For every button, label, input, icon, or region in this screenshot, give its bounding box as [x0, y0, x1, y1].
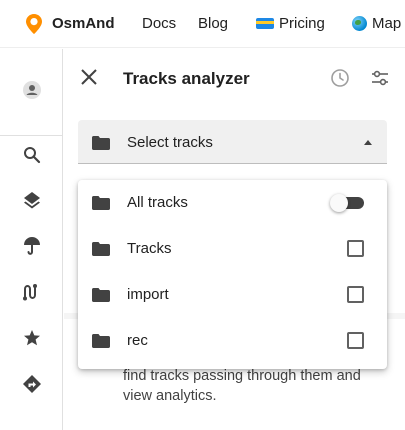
panel-title: Tracks analyzer — [123, 69, 250, 88]
sidebar-item-route[interactable] — [18, 278, 46, 306]
weather-icon — [24, 237, 40, 255]
dropdown-item-tracks[interactable]: Tracks — [78, 226, 387, 272]
search-icon — [24, 147, 41, 164]
sidebar-item-account[interactable] — [18, 76, 46, 104]
nav-link-docs[interactable]: Docs — [142, 15, 176, 32]
rec-checkbox[interactable] — [347, 332, 364, 349]
dropdown-item-label: import — [127, 286, 169, 303]
nav-link-map[interactable]: Map — [352, 15, 401, 32]
nav-link-map-label: Map — [372, 15, 402, 32]
nav-link-docs-label: Docs — [142, 15, 177, 32]
select-tracks-label: Select tracks — [127, 134, 213, 151]
tracks-checkbox[interactable] — [347, 240, 364, 257]
sidebar-item-weather[interactable] — [18, 232, 46, 260]
all-tracks-toggle[interactable] — [330, 194, 364, 212]
dropdown-item-label: Tracks — [127, 240, 172, 257]
credit-card-icon — [256, 18, 274, 29]
close-icon[interactable] — [78, 66, 100, 88]
nav-link-blog-label: Blog — [198, 15, 229, 32]
nav-link-pricing-label: Pricing — [279, 15, 325, 32]
folder-icon — [92, 242, 110, 256]
toggle-thumb — [330, 194, 348, 212]
layers-icon — [24, 192, 40, 209]
import-checkbox[interactable] — [347, 286, 364, 303]
dropdown-item-label: rec — [127, 332, 148, 349]
sidebar-item-search[interactable] — [18, 141, 46, 169]
folder-icon — [92, 136, 110, 150]
account-icon — [23, 81, 41, 99]
nav-link-pricing[interactable]: Pricing — [256, 15, 325, 32]
dropdown-item-import[interactable]: import — [78, 272, 387, 318]
folder-icon — [92, 334, 110, 348]
history-icon[interactable] — [329, 67, 351, 89]
panel-header: Tracks analyzer — [64, 49, 405, 109]
globe-icon — [352, 16, 367, 31]
navigation-icon — [23, 375, 41, 393]
sidebar-divider — [0, 135, 63, 136]
filter-icon[interactable] — [369, 67, 391, 89]
top-navigation: OsmAnd Docs Blog Pricing Map — [0, 0, 405, 48]
sidebar-item-favorites[interactable] — [18, 324, 46, 352]
sidebar-item-navigation[interactable] — [18, 370, 46, 398]
route-icon — [23, 284, 37, 301]
dropdown-item-all-tracks[interactable]: All tracks — [78, 180, 387, 226]
dropdown-arrow-up-icon — [364, 140, 372, 145]
nav-link-blog[interactable]: Blog — [198, 15, 228, 32]
folder-icon — [92, 196, 110, 210]
dropdown-item-label: All tracks — [127, 194, 188, 211]
tracks-dropdown-menu: All tracks Tracks import rec — [78, 180, 387, 369]
left-sidebar — [0, 49, 63, 430]
star-icon — [24, 330, 40, 346]
osmand-logo-icon[interactable] — [26, 14, 42, 34]
select-tracks-field[interactable]: Select tracks — [78, 120, 387, 164]
hint-text: find tracks passing through them and vie… — [123, 368, 361, 404]
folder-icon — [92, 288, 110, 302]
sidebar-item-layers[interactable] — [18, 186, 46, 214]
dropdown-item-rec[interactable]: rec — [78, 318, 387, 364]
brand-name[interactable]: OsmAnd — [52, 15, 115, 32]
